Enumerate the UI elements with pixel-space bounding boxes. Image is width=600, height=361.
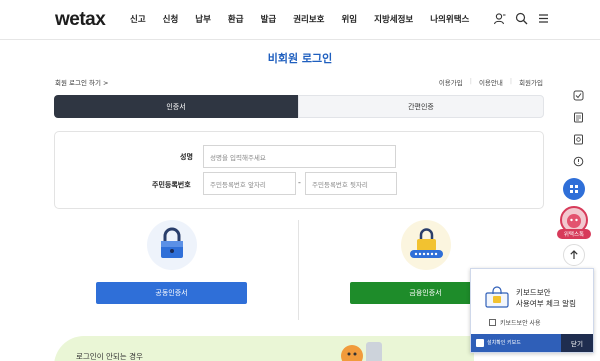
rrn-dash: -	[298, 178, 301, 187]
user-icon[interactable]	[493, 12, 506, 25]
popup-close-button[interactable]: 닫기	[561, 334, 593, 352]
wetax-logo[interactable]: wetax	[55, 9, 106, 31]
name-label: 성명	[180, 153, 193, 161]
link-guide[interactable]: 이용안내	[479, 77, 503, 87]
name-input[interactable]: 성명을 입력해주세요	[203, 145, 396, 168]
search-icon[interactable]	[515, 12, 528, 25]
popup-title-line1: 키보드보안	[516, 288, 551, 297]
checkbox-label: 키보드보안 사용	[500, 320, 541, 327]
rrn-label: 주민등록번호	[152, 181, 191, 189]
shortcut-1-icon[interactable]	[571, 88, 585, 102]
grid-icon	[570, 185, 578, 193]
keyboard-security-popup: 키보드보안 사용여부 체크 알림 키보드보안 사용 설치확인 키보드 닫기	[470, 268, 594, 353]
quick-menu	[564, 88, 592, 168]
financial-cert-illustration	[401, 220, 451, 270]
padlock-icon	[161, 227, 183, 258]
link-signup-use[interactable]: 이용가입	[439, 77, 463, 87]
shortcut-3-icon[interactable]	[571, 132, 585, 146]
nav-item-report[interactable]: 신고	[130, 13, 146, 25]
nav-item-refund[interactable]: 환급	[228, 13, 244, 25]
top-header: wetax 신고 신청 납부 환급 발급 권리보호 위임 지방세정보 나의위택스	[0, 0, 600, 40]
main-nav: 신고 신청 납부 환급 발급 권리보호 위임 지방세정보 나의위택스	[130, 13, 486, 25]
chatbot-label[interactable]: 위택스톡	[557, 229, 591, 239]
popup-footer-label: 설치확인 키보드	[487, 340, 521, 346]
help-banner[interactable]: 로그인이 안되는 경우	[54, 336, 474, 361]
keyboard-lock-icon	[485, 286, 509, 308]
grid-menu-button[interactable]	[563, 178, 585, 200]
link-register[interactable]: 회원가입	[519, 77, 543, 87]
separator: |	[469, 77, 472, 85]
nav-item-rights[interactable]: 권리보호	[293, 13, 324, 25]
nav-item-pay[interactable]: 납부	[195, 13, 211, 25]
shortcut-4-icon[interactable]	[571, 154, 585, 168]
page-title: 비회원 로그인	[267, 52, 333, 65]
checkbox-box[interactable]	[489, 319, 496, 326]
rrn-first-input[interactable]: 주민등록번호 앞자리	[203, 172, 296, 195]
nav-item-delegate[interactable]: 위임	[341, 13, 357, 25]
public-cert-button[interactable]: 공동인증서	[96, 282, 247, 304]
banner-text: 로그인이 안되는 경우	[76, 352, 143, 361]
character-illustration-icon	[341, 342, 382, 361]
popup-title: 키보드보안 사용여부 체크 알림	[516, 287, 576, 309]
popup-footer: 설치확인 키보드 닫기	[471, 334, 593, 352]
arrow-up-icon	[570, 250, 578, 259]
popup-title-line2: 사용여부 체크 알림	[516, 299, 576, 308]
nav-item-mywetax[interactable]: 나의위택스	[430, 13, 469, 25]
shortcut-2-icon[interactable]	[571, 110, 585, 124]
menu-icon[interactable]	[537, 12, 550, 25]
top-links: 이용가입 | 이용안내 | 회원가입	[439, 77, 543, 87]
column-divider	[298, 220, 299, 320]
nav-item-apply[interactable]: 신청	[163, 13, 179, 25]
logo-text: wetax	[55, 9, 106, 30]
header-icons	[493, 12, 550, 25]
keyboard-security-checkbox[interactable]: 키보드보안 사용	[489, 318, 541, 327]
rrn-second-input[interactable]: 주민등록번호 뒷자리	[305, 172, 397, 195]
tab-certificate[interactable]: 인증서	[54, 95, 298, 118]
nav-item-issue[interactable]: 발급	[261, 13, 277, 25]
login-tabs: 인증서 간편인증	[54, 95, 544, 118]
scroll-top-button[interactable]	[563, 244, 585, 266]
padlock-password-icon	[410, 228, 443, 258]
identity-form: 성명 성명을 입력해주세요 주민등록번호 주민등록번호 앞자리 - 주민등록번호…	[54, 131, 544, 209]
public-cert-illustration	[147, 220, 197, 270]
shield-icon	[476, 339, 484, 347]
tab-simple-auth[interactable]: 간편인증	[298, 95, 544, 118]
nav-item-localtax[interactable]: 지방세정보	[374, 13, 413, 25]
separator: |	[509, 77, 513, 85]
member-login-link[interactable]: 회원 로그인 하기 >	[55, 77, 109, 87]
